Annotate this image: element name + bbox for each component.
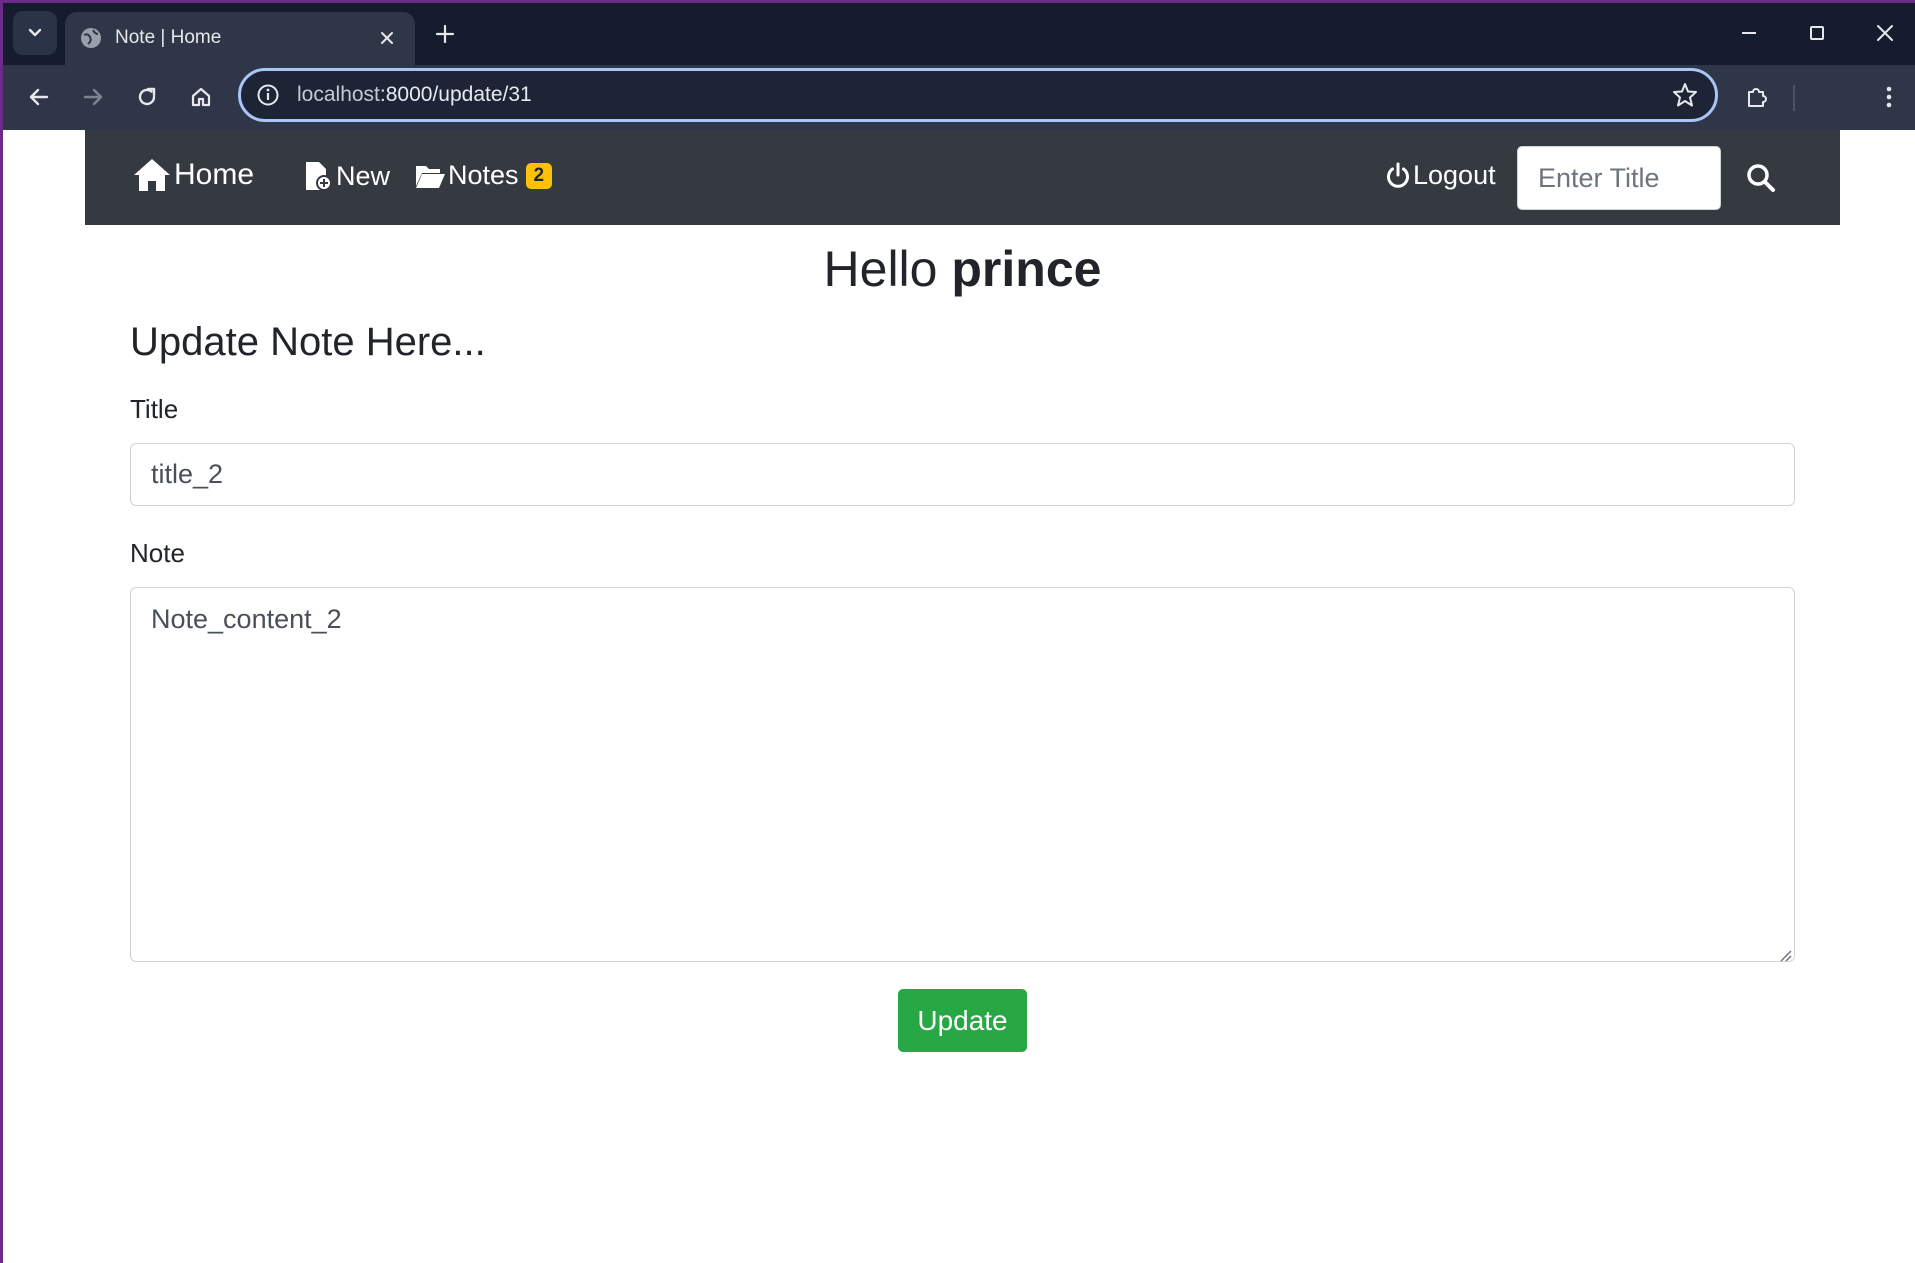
title-label: Title	[130, 394, 179, 424]
toolbar-divider	[1793, 85, 1795, 111]
nav-logout-link[interactable]: Logout	[1385, 160, 1496, 191]
nav-logout-label: Logout	[1413, 160, 1496, 190]
forward-button[interactable]	[71, 75, 115, 119]
url-path: :8000/update/31	[379, 83, 532, 106]
nav-new-label: New	[336, 160, 391, 191]
browser-toolbar: localhost:8000/update/31	[3, 65, 1915, 130]
new-tab-button[interactable]	[426, 15, 464, 53]
maximize-icon	[1810, 26, 1824, 40]
menu-button[interactable]	[1867, 75, 1911, 119]
puzzle-icon	[1748, 88, 1767, 107]
home-icon	[134, 159, 170, 191]
globe-icon	[81, 28, 101, 48]
greeting-prefix: Hello	[823, 241, 938, 297]
nav-home-label: Home	[174, 158, 255, 191]
address-bar[interactable]: localhost:8000/update/31	[238, 68, 1718, 122]
note-textarea[interactable]: Note_content_2	[130, 587, 1795, 962]
star-icon[interactable]	[1671, 81, 1699, 109]
title-input[interactable]	[130, 443, 1795, 506]
minimize-icon	[1742, 32, 1756, 34]
form-heading: Update Note Here...	[130, 320, 486, 364]
search-input[interactable]	[1517, 146, 1721, 210]
close-icon	[1877, 25, 1893, 41]
update-button[interactable]: Update	[898, 989, 1027, 1052]
home-icon	[191, 87, 211, 107]
more-vertical-icon	[1886, 86, 1892, 108]
note-label: Note	[130, 538, 185, 568]
url-text: localhost:8000/update/31	[297, 83, 532, 107]
arrow-right-icon	[83, 88, 103, 106]
extensions-button[interactable]	[1735, 75, 1779, 119]
notes-count-badge: 2	[525, 162, 553, 189]
close-icon	[381, 32, 393, 44]
nav-notes-label: Notes	[448, 160, 519, 190]
reload-icon	[138, 87, 156, 106]
tab-search-button[interactable]	[13, 11, 57, 55]
tab-strip: Note | Home	[3, 3, 1915, 65]
reload-button[interactable]	[125, 75, 169, 119]
nav-home-link[interactable]: Home	[132, 157, 254, 193]
tab-close-button[interactable]	[372, 23, 402, 53]
file-plus-icon	[306, 162, 332, 191]
window-border-left	[0, 0, 3, 1263]
nav-new-link[interactable]: New	[302, 160, 390, 192]
app-navbar: Home New Notes 2 Logout	[85, 130, 1840, 225]
close-window-button[interactable]	[1855, 9, 1915, 57]
greeting-heading: Hello prince	[0, 240, 1915, 298]
folder-open-icon	[416, 165, 445, 188]
search-button[interactable]	[1737, 154, 1785, 202]
greeting-username: prince	[951, 241, 1102, 297]
plus-icon	[435, 24, 455, 44]
url-host: localhost	[297, 83, 380, 106]
maximize-button[interactable]	[1787, 9, 1847, 57]
nav-notes-link[interactable]: Notes 2	[414, 160, 553, 191]
minimize-button[interactable]	[1719, 9, 1779, 57]
arrow-left-icon	[29, 88, 49, 106]
resize-handle-icon[interactable]	[1778, 948, 1792, 962]
browser-tab[interactable]: Note | Home	[65, 12, 415, 65]
info-icon	[257, 84, 279, 106]
power-icon	[1387, 162, 1409, 188]
search-icon	[1747, 164, 1775, 192]
chevron-down-icon	[28, 28, 42, 37]
back-button[interactable]	[17, 75, 61, 119]
home-button[interactable]	[179, 75, 223, 119]
tab-title: Note | Home	[115, 27, 222, 48]
